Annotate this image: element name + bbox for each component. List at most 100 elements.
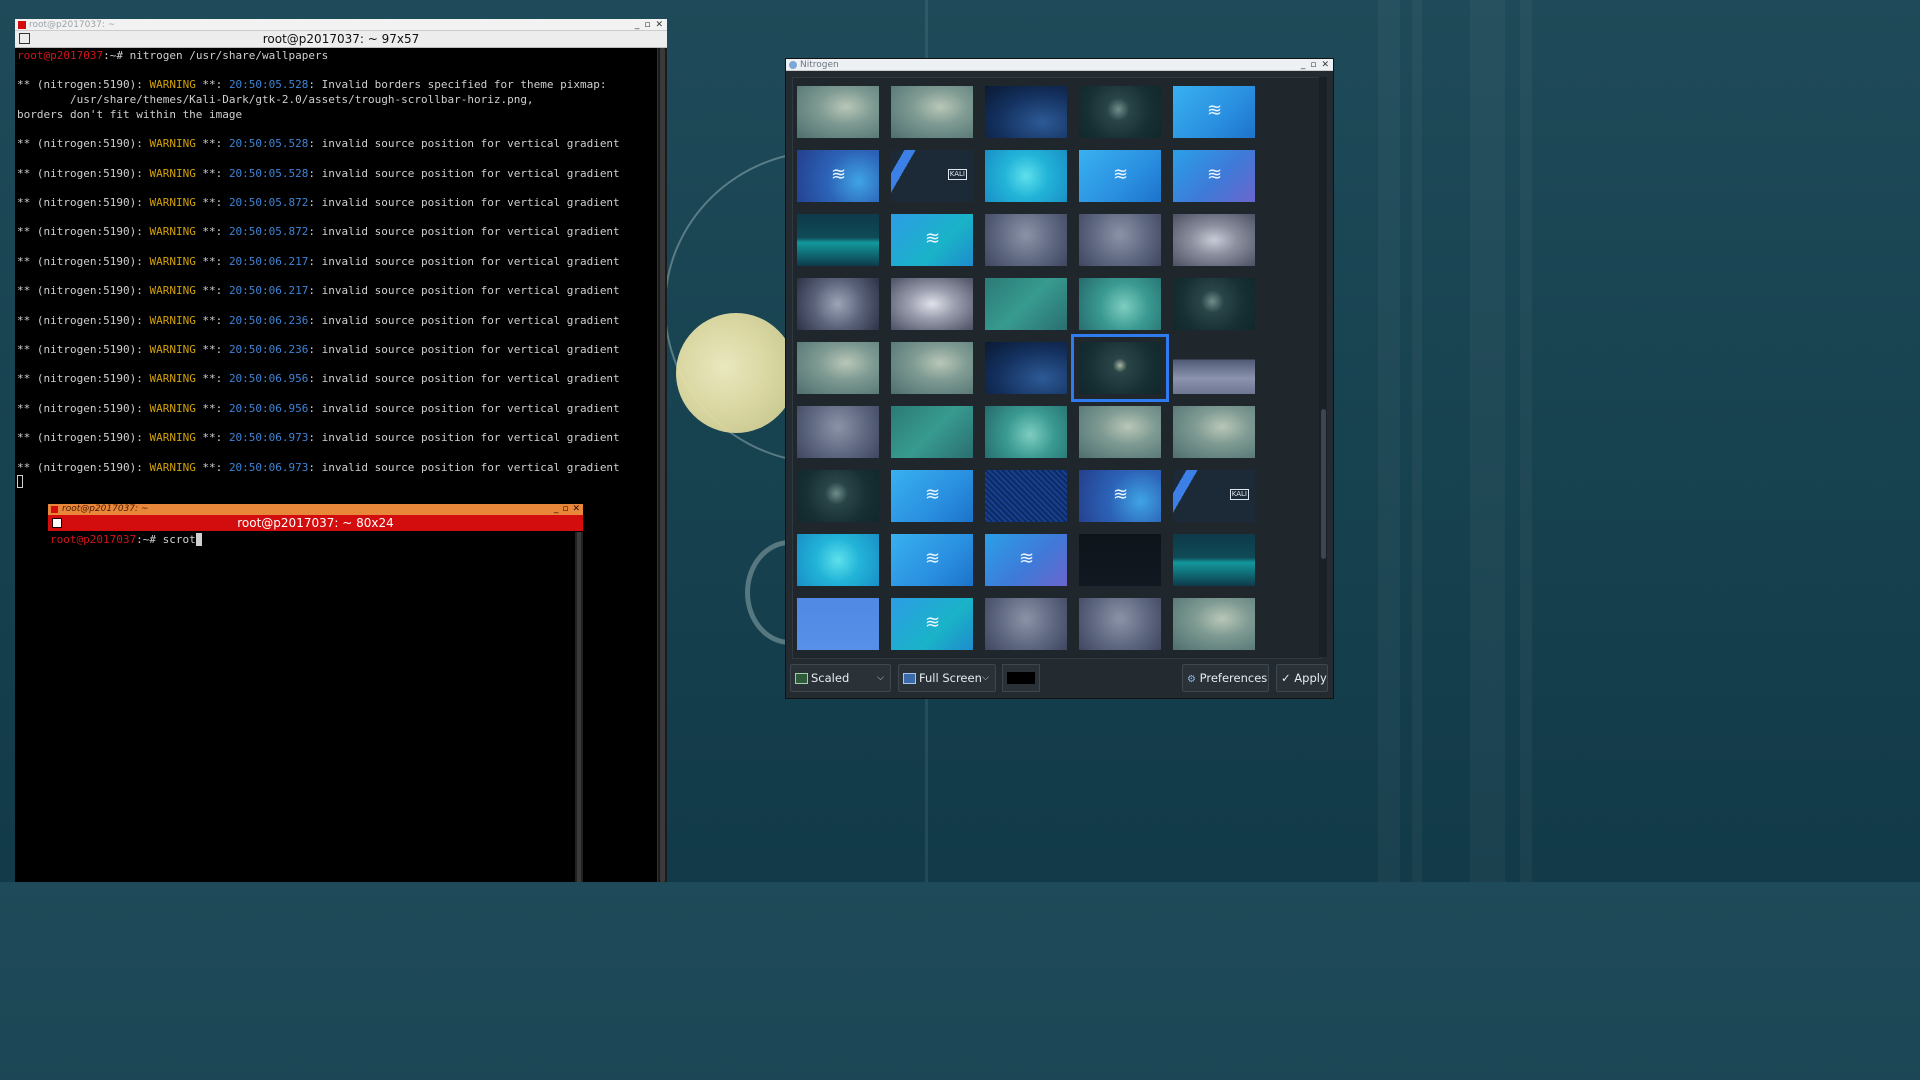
terminal-output[interactable]: root@p2017037:~# nitrogen /usr/share/wal… bbox=[17, 49, 620, 490]
wallpaper-thumbnail[interactable]: ≋ bbox=[891, 534, 973, 586]
terminal-icon bbox=[51, 506, 58, 513]
wallpaper-thumbnail[interactable]: ≋ bbox=[1173, 86, 1255, 138]
minimize-icon[interactable]: _ bbox=[635, 19, 640, 31]
wallpaper-thumbnail[interactable]: ≋ bbox=[985, 534, 1067, 586]
wallpaper-thumbnail[interactable] bbox=[1071, 334, 1169, 402]
wallpaper-thumbnail[interactable] bbox=[1173, 598, 1255, 650]
close-icon[interactable]: ✕ bbox=[1321, 59, 1329, 71]
wallpaper-thumbnail[interactable] bbox=[797, 470, 879, 522]
wallpaper-thumbnail[interactable] bbox=[797, 598, 879, 650]
wallpaper-thumbnail[interactable] bbox=[797, 214, 879, 266]
close-icon[interactable]: ✕ bbox=[572, 504, 580, 515]
wallpaper-thumbnail[interactable] bbox=[1173, 342, 1255, 394]
menu-icon[interactable] bbox=[52, 518, 62, 528]
terminal-line: ** (nitrogen:5190): WARNING **: 20:50:06… bbox=[17, 402, 620, 417]
minimize-icon[interactable]: _ bbox=[554, 504, 559, 515]
wallpaper-thumbnail[interactable]: ≋ bbox=[891, 214, 973, 266]
wallpaper-thumbnail[interactable] bbox=[985, 470, 1067, 522]
warning-stars: **: bbox=[195, 225, 229, 239]
window-title: root@p2017037: ~ bbox=[29, 20, 116, 30]
nitrogen-window[interactable]: Nitrogen _ ▫ ✕ ≋≋KALI≋≋≋≋≋KALI≋≋≋≋≋KALI … bbox=[785, 58, 1334, 699]
wallpaper-thumbnail[interactable]: ≋ bbox=[1079, 150, 1161, 202]
wallpaper-scrollbar[interactable] bbox=[1319, 77, 1327, 657]
warning-stars: **: bbox=[195, 460, 229, 474]
wallpaper-thumbnail[interactable] bbox=[797, 406, 879, 458]
wallpaper-thumbnail[interactable] bbox=[797, 86, 879, 138]
maximize-icon[interactable]: ▫ bbox=[644, 19, 650, 31]
wallpaper-thumbnail[interactable] bbox=[985, 598, 1067, 650]
window-titlebar[interactable]: root@p2017037: ~ _ ▫ ✕ bbox=[48, 504, 583, 515]
warning-message: : invalid source position for vertical g… bbox=[308, 137, 620, 151]
warning-message: : Invalid borders specified for theme pi… bbox=[308, 78, 607, 92]
wallpaper-thumbnail[interactable] bbox=[797, 534, 879, 586]
warning-prefix: ** (nitrogen:5190): bbox=[17, 401, 150, 415]
wallpaper-thumbnail[interactable] bbox=[985, 214, 1067, 266]
chevron-down-icon: ⌵ bbox=[982, 673, 989, 683]
warning-prefix: ** (nitrogen:5190): bbox=[17, 431, 150, 445]
terminal-output[interactable]: root@p2017037:~# scrot bbox=[50, 533, 202, 548]
wallpaper-thumbnail[interactable] bbox=[985, 342, 1067, 394]
wallpaper-thumbnail[interactable] bbox=[1173, 534, 1255, 586]
menu-icon[interactable] bbox=[19, 33, 30, 44]
wallpaper-thumbnail[interactable] bbox=[1079, 534, 1161, 586]
wallpaper-thumbnail[interactable] bbox=[985, 150, 1067, 202]
warning-time: 20:50:05.872 bbox=[228, 196, 309, 210]
scrollbar-thumb[interactable] bbox=[577, 532, 581, 882]
wallpaper-grid-area[interactable]: ≋≋KALI≋≋≋≋≋KALI≋≋≋≋≋KALI bbox=[792, 77, 1321, 659]
wallpaper-thumbnail[interactable]: KALI bbox=[891, 150, 973, 202]
warning-prefix: ** (nitrogen:5190): bbox=[17, 137, 150, 151]
wallpaper-thumbnail[interactable] bbox=[985, 86, 1067, 138]
wallpaper-thumbnail[interactable]: ≋ bbox=[891, 470, 973, 522]
kali-badge: KALI bbox=[1229, 489, 1249, 500]
warning-time: 20:50:05.872 bbox=[228, 225, 309, 239]
scrollbar-thumb[interactable] bbox=[660, 48, 665, 882]
wallpaper-thumbnail[interactable] bbox=[985, 278, 1067, 330]
wallpaper-thumbnail[interactable] bbox=[1173, 214, 1255, 266]
minimize-icon[interactable]: _ bbox=[1301, 59, 1306, 71]
wallpaper-thumbnail[interactable] bbox=[1173, 278, 1255, 330]
warning-message: : invalid source position for vertical g… bbox=[308, 460, 620, 474]
terminal-window-secondary[interactable]: root@p2017037: ~ _ ▫ ✕ root@p2017037: ~ … bbox=[48, 504, 583, 882]
command-input[interactable]: scrot bbox=[163, 533, 196, 546]
close-icon[interactable]: ✕ bbox=[655, 19, 663, 31]
kali-dragon-icon: ≋ bbox=[925, 484, 941, 505]
window-titlebar[interactable]: root@p2017037: ~ _ ▫ ✕ bbox=[15, 19, 667, 31]
wallpaper-thumbnail[interactable] bbox=[891, 406, 973, 458]
mode-select[interactable]: Scaled ⌵ bbox=[790, 664, 891, 692]
maximize-icon[interactable]: ▫ bbox=[1310, 59, 1316, 71]
text-cursor bbox=[17, 475, 23, 489]
wallpaper-thumbnail[interactable]: KALI bbox=[1173, 470, 1255, 522]
wallpaper-thumbnail[interactable] bbox=[891, 278, 973, 330]
terminal-scrollbar[interactable] bbox=[657, 48, 667, 882]
kali-dragon-icon: ≋ bbox=[1113, 484, 1129, 505]
warning-stars: **: bbox=[195, 284, 229, 298]
window-titlebar[interactable]: Nitrogen _ ▫ ✕ bbox=[786, 59, 1333, 71]
wallpaper-thumbnail[interactable] bbox=[797, 278, 879, 330]
wallpaper-thumbnail[interactable]: ≋ bbox=[1173, 150, 1255, 202]
wallpaper-thumbnail[interactable] bbox=[1079, 214, 1161, 266]
wallpaper-thumbnail[interactable]: ≋ bbox=[1079, 470, 1161, 522]
background-color-button[interactable] bbox=[1002, 664, 1040, 692]
kali-dragon-icon: ≋ bbox=[1207, 164, 1223, 185]
wallpaper-thumbnail[interactable] bbox=[891, 342, 973, 394]
wallpaper-thumbnail[interactable]: ≋ bbox=[797, 150, 879, 202]
apply-button[interactable]: ✓ Apply bbox=[1276, 664, 1328, 692]
wallpaper-thumbnail[interactable] bbox=[1079, 406, 1161, 458]
wallpaper-thumbnail[interactable] bbox=[1173, 406, 1255, 458]
wallpaper-thumbnail[interactable] bbox=[891, 86, 973, 138]
prompt-user: root@p2017037 bbox=[50, 533, 137, 546]
wallpaper-thumbnail[interactable]: ≋ bbox=[891, 598, 973, 650]
scrollbar-thumb[interactable] bbox=[1321, 409, 1326, 559]
screen-select[interactable]: Full Screen ⌵ bbox=[898, 664, 996, 692]
terminal-scrollbar[interactable] bbox=[575, 532, 583, 882]
wallpaper-thumbnail[interactable] bbox=[1079, 598, 1161, 650]
maximize-icon[interactable]: ▫ bbox=[562, 504, 568, 515]
wallpaper-thumbnail[interactable] bbox=[985, 406, 1067, 458]
wallpaper-thumbnail[interactable] bbox=[1079, 278, 1161, 330]
wallpaper-thumbnail[interactable] bbox=[797, 342, 879, 394]
preferences-button[interactable]: ⚙ Preferences bbox=[1182, 664, 1269, 692]
wallpaper-thumbnail[interactable] bbox=[1079, 86, 1161, 138]
